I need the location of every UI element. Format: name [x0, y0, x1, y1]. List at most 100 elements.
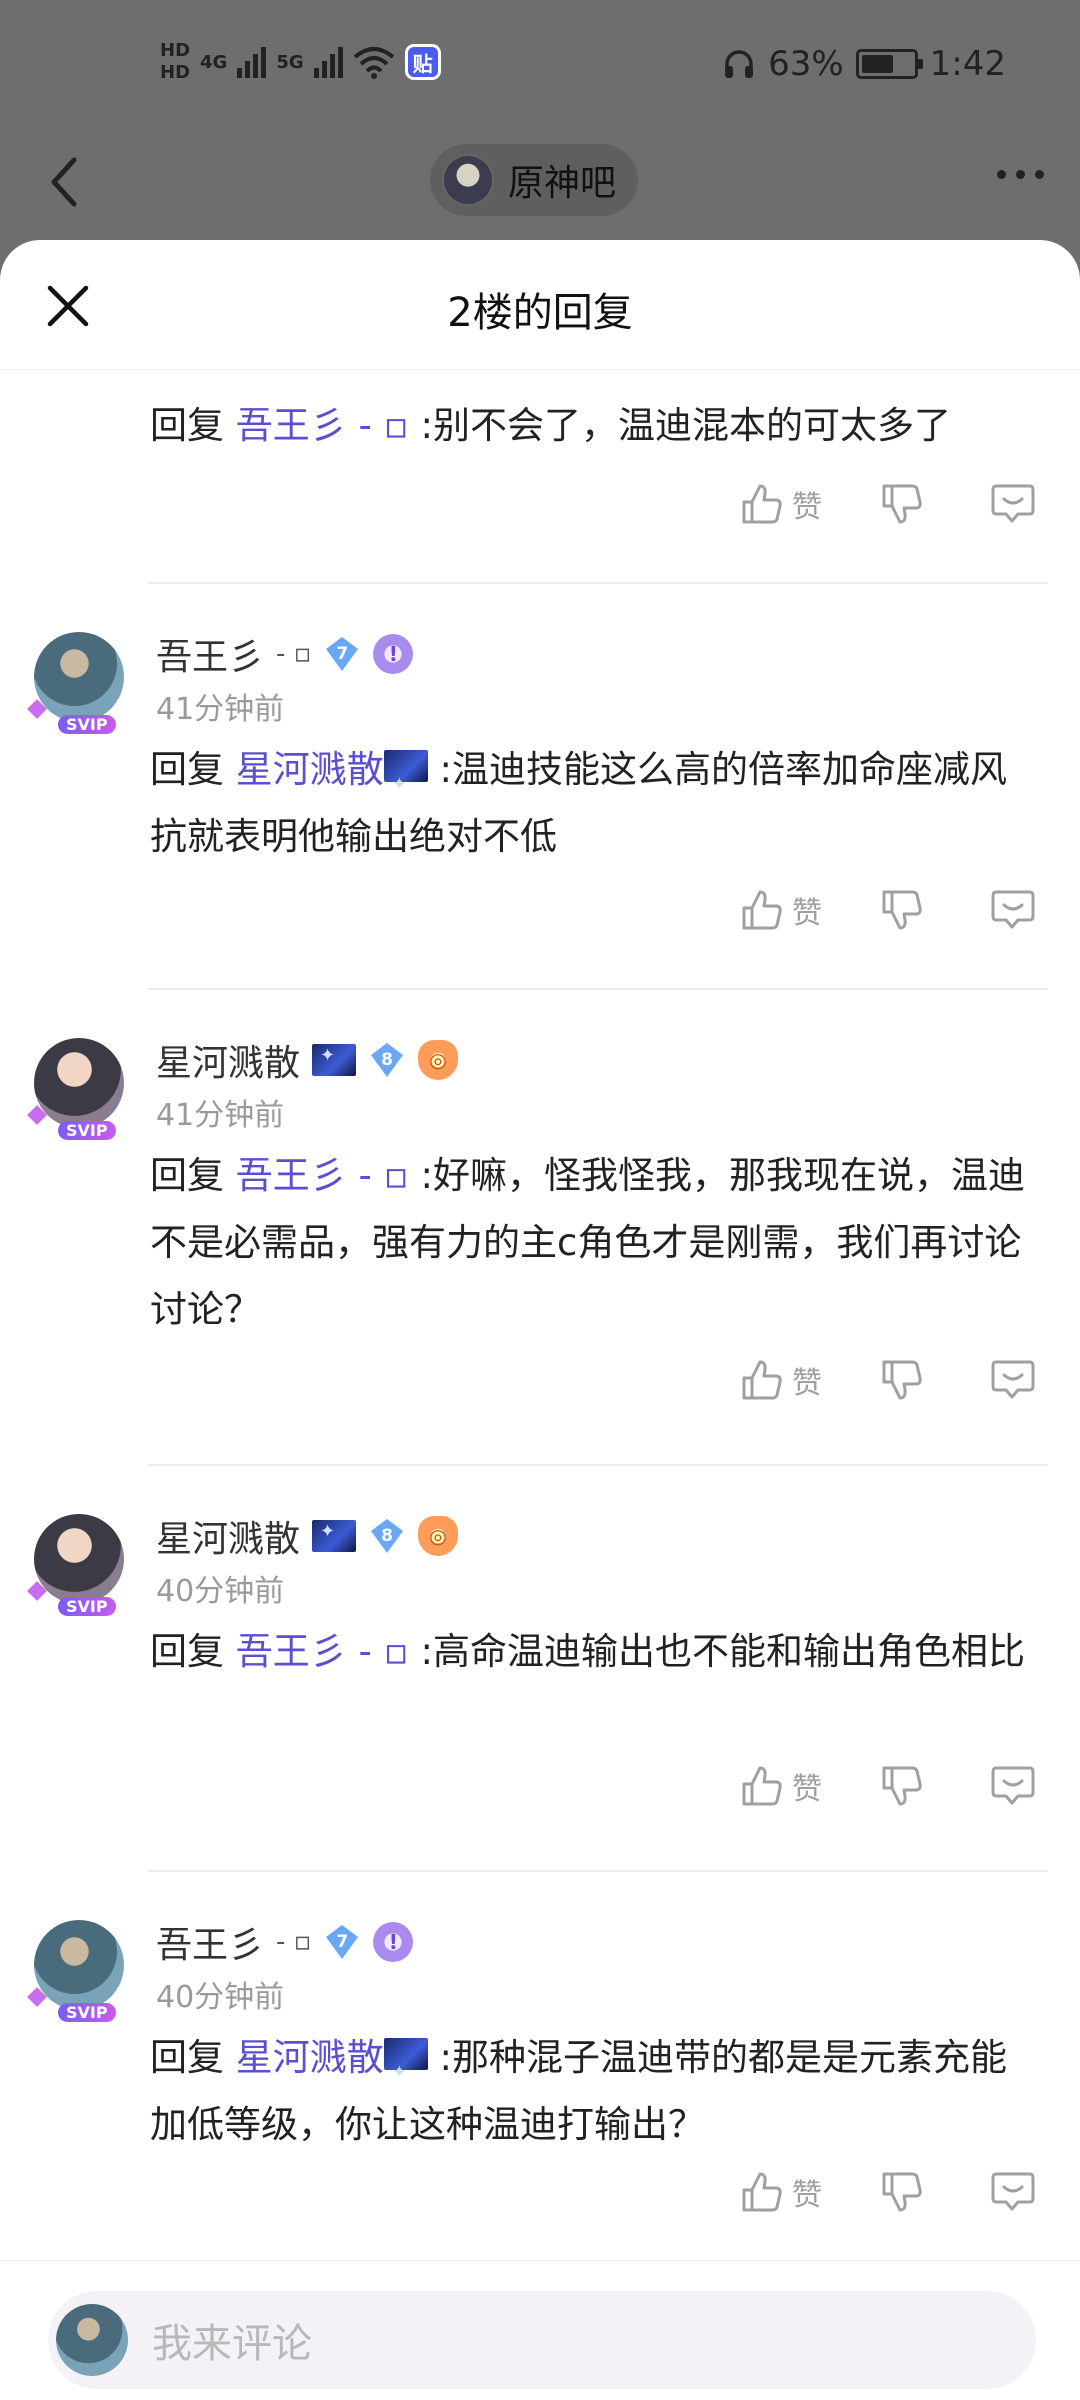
clock: 1:42 [929, 44, 1006, 84]
status-right: 63% 1:42 [722, 44, 1006, 84]
thumbs-down-icon [882, 890, 922, 930]
level-badge-icon: 7 [323, 635, 361, 673]
forum-pill[interactable]: 原神吧 [430, 144, 639, 216]
comment-icon [991, 1766, 1035, 1805]
mention-suffix: - ▫ [358, 404, 409, 447]
avatar-frame-icon: SVIP [27, 1982, 134, 2022]
like-label: 赞 [792, 896, 822, 931]
comment-button[interactable] [990, 482, 1036, 526]
username[interactable]: 吾王彡 [156, 1916, 264, 1968]
headphones-icon [725, 50, 754, 78]
divider [148, 1870, 1048, 1872]
mention-link[interactable]: 星河溅散 [236, 2036, 384, 2079]
thumbs-down-icon [882, 1766, 922, 1806]
wifi-icon [353, 47, 394, 79]
tieba-app-icon: 贴 [404, 44, 441, 80]
avatar-frame-icon: SVIP [27, 694, 134, 734]
like-label: 赞 [792, 2178, 822, 2213]
avatar-frame-icon: SVIP [27, 1576, 134, 1616]
reply-prefix: 回复 [150, 1630, 224, 1673]
reply-text: 回复 星河溅散 :那种混子温迪带的都是是元素充能加低等级，你让这种温迪打输出？ [150, 2024, 1030, 2158]
divider [148, 1464, 1048, 1466]
level-badge-icon: 8 [368, 1041, 406, 1079]
battery-percent: 63% [768, 44, 844, 84]
like-button[interactable]: 赞 [740, 2170, 822, 2214]
like-button[interactable]: 赞 [740, 888, 822, 932]
thumbs-up-icon [742, 1766, 782, 1806]
like-button[interactable]: 赞 [740, 1358, 822, 1402]
dislike-button[interactable] [880, 1764, 924, 1808]
comment-button[interactable] [990, 1764, 1036, 1808]
my-avatar [56, 2304, 128, 2376]
like-label: 赞 [792, 1772, 822, 1807]
username[interactable]: 星河溅散 [156, 1510, 300, 1562]
divider [148, 582, 1048, 584]
reply-text: 回复 吾王彡 - ▫ :别不会了，温迪混本的可太多了 [150, 392, 1030, 459]
status-bar: HD HD 4G 5G 贴 63% 1:42 [0, 0, 1080, 130]
hd-indicator: HD HD [160, 40, 190, 84]
reply-text: 回复 吾王彡 - ▫ :高命温迪输出也不能和输出角色相比 [150, 1618, 1030, 1685]
comment-button[interactable] [990, 2170, 1036, 2214]
comment-icon [991, 484, 1035, 523]
thumbs-down-icon [882, 2172, 922, 2212]
comment-button[interactable] [990, 1358, 1036, 1402]
network-5g-label: 5G [276, 51, 304, 73]
reply-time: 41分钟前 [156, 1098, 285, 1133]
mention-link[interactable]: 星河溅散 [236, 748, 384, 791]
avatar-frame-icon: SVIP [27, 1100, 134, 1140]
reply-text: 回复 吾王彡 - ▫ :好嘛，怪我怪我，那我现在说，温迪不是必需品，强有力的主c… [150, 1142, 1030, 1343]
starfield-icon [312, 1044, 357, 1076]
more-options-icon[interactable] [997, 170, 1044, 179]
username-suffix: - ▫ [276, 639, 312, 669]
dislike-button[interactable] [880, 2170, 924, 2214]
level-badge-icon: 8 [368, 1517, 406, 1555]
hd2-label: HD [160, 62, 191, 83]
reply-prefix: 回复 [150, 748, 224, 791]
signal-icon-2 [313, 46, 343, 78]
comment-icon [991, 890, 1035, 929]
comment-placeholder: 我来评论 [152, 2321, 312, 2367]
starfield-icon [383, 750, 428, 818]
like-button[interactable]: 赞 [740, 1764, 822, 1808]
status-left: HD HD 4G 5G 贴 [160, 40, 441, 84]
reply-prefix: 回复 [150, 404, 224, 447]
like-button[interactable]: 赞 [740, 482, 822, 526]
user-row: 星河溅散 8 ◎ [156, 1510, 459, 1562]
reply-time: 40分钟前 [156, 1574, 285, 1609]
mention-link[interactable]: 吾王彡 [236, 404, 347, 447]
like-label: 赞 [792, 490, 822, 525]
comment-icon [991, 2172, 1035, 2211]
forum-avatar [442, 154, 494, 206]
reply-list[interactable]: 回复 吾王彡 - ▫ :别不会了，温迪混本的可太多了 赞 SVIP 吾王彡 - … [0, 370, 1080, 2260]
mention-link[interactable]: 吾王彡 [236, 1154, 347, 1197]
mention-suffix: - ▫ [358, 1630, 409, 1673]
thumbs-up-icon [742, 2172, 782, 2212]
reply-time: 40分钟前 [156, 1980, 285, 2015]
medal-icon: ! [373, 1922, 414, 1962]
mention-link[interactable]: 吾王彡 [236, 1630, 347, 1673]
like-label: 赞 [792, 1366, 822, 1401]
thumbs-up-icon [742, 890, 782, 930]
back-arrow-icon[interactable] [40, 152, 90, 212]
reply-actions: 赞 [730, 1350, 1050, 1410]
sheet-header: 2楼的回复 [0, 240, 1080, 370]
hd1-label: HD [160, 40, 191, 61]
username[interactable]: 星河溅散 [156, 1034, 300, 1086]
dislike-button[interactable] [880, 482, 924, 526]
battery-icon [855, 49, 923, 79]
comment-button[interactable] [990, 888, 1036, 932]
reply-prefix: 回复 [150, 1154, 224, 1197]
game-medal-icon: ◎ [418, 1516, 459, 1556]
dislike-button[interactable] [880, 1358, 924, 1402]
reply-prefix: 回复 [150, 2036, 224, 2079]
reply-body: :高命温迪输出也不能和输出角色相比 [420, 1630, 1025, 1673]
user-row: 吾王彡 - ▫ 7 ! [156, 628, 414, 680]
thumbs-up-icon [742, 1360, 782, 1400]
dislike-button[interactable] [880, 888, 924, 932]
comment-input[interactable]: 我来评论 [48, 2291, 1036, 2389]
starfield-icon [383, 2038, 428, 2106]
username[interactable]: 吾王彡 [156, 628, 264, 680]
reply-time: 41分钟前 [156, 692, 285, 727]
level-badge-icon: 7 [323, 1923, 361, 1961]
comment-icon [991, 1360, 1035, 1399]
